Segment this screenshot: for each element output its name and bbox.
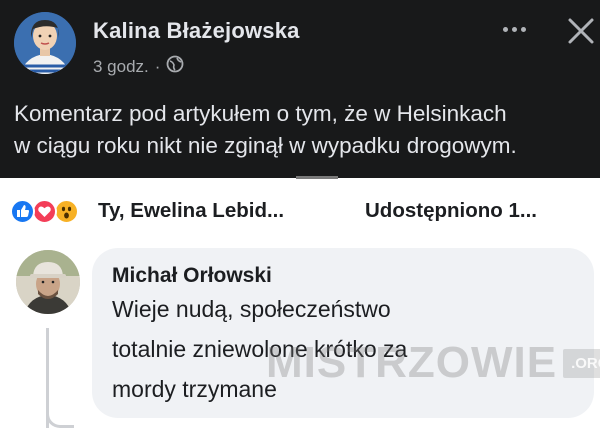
shares-text[interactable]: Udostępniono 1... xyxy=(365,199,537,223)
close-icon xyxy=(568,18,594,44)
like-icon xyxy=(10,199,35,224)
comment-text-line: Wieje nudą, społeczeństwo xyxy=(112,296,391,322)
comment-author-name[interactable]: Michał Orłowski xyxy=(112,264,272,288)
post-meta: 3 godz. · xyxy=(93,55,184,78)
panel-divider xyxy=(296,176,338,179)
post-panel: Kalina Błażejowska 3 godz. · Komentarz p… xyxy=(0,0,600,178)
reactors-text[interactable]: Ty, Ewelina Lebid... xyxy=(98,199,284,223)
more-options-button[interactable] xyxy=(496,14,532,44)
post-text-line: w ciągu roku nikt nie zginął w wypadku d… xyxy=(14,133,517,158)
more-horizontal-icon xyxy=(511,26,517,32)
watermark-suffix: .ORG xyxy=(563,348,600,378)
author-avatar[interactable] xyxy=(14,12,76,74)
meta-separator: · xyxy=(154,56,161,76)
reply-thread-corner xyxy=(46,404,74,428)
commenter-avatar[interactable] xyxy=(16,250,80,314)
globe-icon xyxy=(166,55,184,78)
reaction-icons[interactable] xyxy=(10,197,98,225)
post-time[interactable]: 3 godz. xyxy=(93,57,149,77)
wow-icon xyxy=(54,199,79,224)
watermark: MISTRZOWIE .ORG xyxy=(266,338,600,388)
more-horizontal-icon xyxy=(520,26,526,32)
close-button[interactable] xyxy=(564,14,598,48)
watermark-text: MISTRZOWIE xyxy=(266,338,558,387)
author-avatar-illustration xyxy=(14,12,76,74)
commenter-avatar-photo xyxy=(16,250,80,314)
post-body-text: Komentarz pod artykułem o tym, że w Hels… xyxy=(14,98,594,162)
love-icon xyxy=(32,199,57,224)
post-text-line: Komentarz pod artykułem o tym, że w Hels… xyxy=(14,101,507,126)
more-horizontal-icon xyxy=(502,26,508,32)
post-author-name[interactable]: Kalina Błażejowska xyxy=(93,18,300,44)
reactions-row[interactable]: Ty, Ewelina Lebid... Udostępniono 1... xyxy=(10,196,596,226)
comment-text-line: mordy trzymane xyxy=(112,376,277,402)
